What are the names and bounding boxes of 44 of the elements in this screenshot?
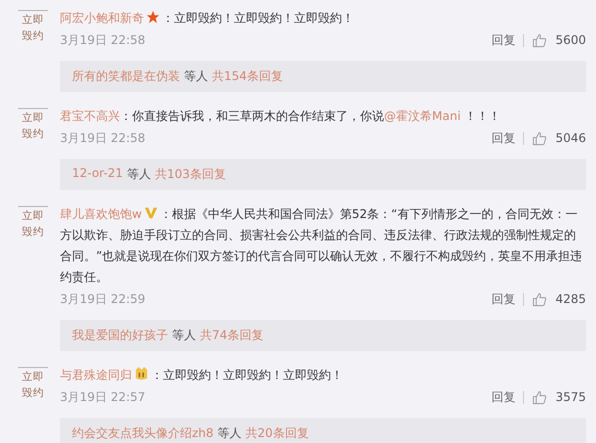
username-link[interactable]: 君宝不高兴: [60, 109, 120, 123]
thumbs-up-icon[interactable]: [532, 390, 548, 404]
username-link[interactable]: 12-or-21: [72, 166, 123, 183]
thread-text: 等人: [172, 327, 196, 344]
reply-count-link[interactable]: 共74条回复: [200, 327, 264, 344]
reply-count-link[interactable]: 共20条回复: [246, 425, 309, 442]
thread-text: 等人: [218, 425, 242, 442]
medal-icon: [134, 366, 149, 381]
timestamp: 3月19日 22:58: [60, 32, 146, 48]
avatar-label: 立即 毁约: [18, 108, 48, 142]
username-link[interactable]: 与君殊途同归: [60, 368, 132, 382]
mention-link[interactable]: @霍汶希Mani: [384, 109, 461, 123]
timestamp: 3月19日 22:57: [60, 388, 146, 406]
like-count: 5046: [555, 131, 586, 145]
timestamp: 3月19日 22:59: [60, 290, 146, 308]
thumbs-up-icon[interactable]: [532, 32, 548, 48]
reply-link[interactable]: 回复: [491, 388, 516, 406]
comment-text: 君宝不高兴：你直接告诉我，和三草两木的合作结束了，你说@霍汶希Mani ！！！: [60, 108, 502, 125]
like-count: 5600: [555, 33, 586, 47]
reply-link[interactable]: 回复: [491, 290, 516, 308]
reply-link[interactable]: 回复: [491, 32, 516, 48]
username-link[interactable]: 所有的笑都是在伪装: [72, 68, 180, 85]
username-link[interactable]: 约会交友点我头像介绍zh8: [72, 425, 214, 442]
thumbs-up-icon[interactable]: [532, 292, 548, 306]
thread-text: 等人: [184, 68, 208, 85]
reply-link[interactable]: 回复: [491, 130, 516, 146]
thread-text: 等人: [126, 166, 151, 183]
username-link[interactable]: 阿宏小鲍和新奇: [60, 11, 144, 25]
avatar-label: 立即 毁约: [18, 206, 48, 240]
avatar-label: 立即 毁约: [18, 367, 48, 401]
comment-text: 与君殊途同归 ：立即毁約！立即毁約！立即毁約！: [60, 365, 344, 384]
avatar-label: 立即 毁约: [18, 10, 48, 44]
comment-text: 肆儿喜欢饱饱w ：根据《中华人民共和国合同法》第52条：“有下列情形之一的，合同无效：一方以欺诈、胁迫手段订立的合同、损害社会公共利益的合同、违反法律、行政法规的强制性规定的合同。”也就是说现在你们双方签订的代言合同可以确认无效，不履行不构成毁约，英皇不用承担违约责任。: [60, 205, 584, 286]
like-count: 3575: [555, 390, 586, 404]
username-link[interactable]: 肆儿喜欢饱饱w: [60, 207, 142, 221]
username-link[interactable]: 我是爱国的好孩子: [72, 327, 168, 344]
comment-text: 阿宏小鲍和新奇 ：立即毁約！立即毁約！立即毁約！: [60, 9, 355, 27]
verified-icon: [144, 206, 158, 220]
thumbs-up-icon[interactable]: [532, 130, 548, 146]
reply-count-link[interactable]: 共103条回复: [154, 166, 226, 183]
timestamp: 3月19日 22:58: [60, 130, 146, 146]
star-icon: [146, 10, 160, 24]
reply-count-link[interactable]: 共154条回复: [212, 68, 283, 85]
like-count: 4285: [555, 292, 586, 306]
